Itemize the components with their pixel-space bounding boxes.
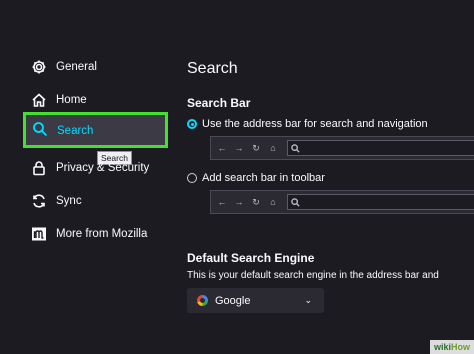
back-icon: ← (217, 143, 227, 153)
sync-icon (30, 192, 48, 210)
wikihow-watermark: wikiHow (429, 340, 474, 354)
chevron-down-icon: ⌄ (304, 295, 312, 305)
radio-label: Use the address bar for search and navig… (202, 118, 428, 130)
lock-icon (30, 159, 48, 177)
sidebar-item-label: Sync (56, 195, 82, 207)
radio-button[interactable] (187, 173, 197, 183)
sidebar-item-general[interactable]: General (30, 56, 97, 78)
search-bar-heading: Search Bar (187, 96, 251, 110)
sidebar-item-home[interactable]: Home (30, 89, 87, 111)
radio-label: Add search bar in toolbar (202, 172, 325, 184)
sidebar-item-label: Home (56, 94, 87, 106)
forward-icon: → (234, 197, 244, 207)
back-icon: ← (217, 197, 227, 207)
sidebar-item-label: Search (57, 124, 94, 137)
reload-icon: ↻ (252, 197, 260, 207)
search-engine-select[interactable]: Google ⌄ (187, 288, 324, 313)
gear-icon (30, 58, 48, 76)
select-value: Google (215, 294, 251, 307)
default-engine-description: This is your default search engine in th… (187, 270, 439, 281)
address-bar-preview: ← → ↻ ⌂ (210, 136, 474, 160)
sidebar-item-label: Privacy & Security (56, 162, 150, 174)
mozilla-icon (30, 225, 48, 243)
forward-icon: → (234, 143, 244, 153)
google-icon (197, 295, 208, 306)
home-icon: ⌂ (270, 197, 276, 207)
sidebar-item-search[interactable]: Search (23, 112, 168, 148)
home-icon: ⌂ (270, 143, 276, 153)
search-icon (32, 121, 57, 140)
search-icon (291, 197, 300, 207)
radio-button-selected[interactable] (187, 119, 197, 129)
sidebar-item-label: More from Mozilla (56, 228, 148, 240)
sidebar-item-label: General (56, 61, 97, 73)
reload-icon: ↻ (252, 143, 260, 153)
url-field-preview (287, 140, 474, 156)
default-engine-heading: Default Search Engine (187, 251, 315, 265)
toolbar-search-preview: ← → ↻ ⌂ (210, 190, 474, 214)
home-icon (30, 91, 48, 109)
page-title: Search (187, 60, 238, 77)
sidebar-item-privacy-security[interactable]: Privacy & Security (30, 157, 149, 179)
radio-address-bar[interactable]: Use the address bar for search and navig… (187, 118, 428, 130)
url-field-preview (287, 194, 474, 210)
sidebar-item-sync[interactable]: Sync (30, 190, 82, 212)
search-icon (291, 143, 300, 153)
radio-toolbar-search[interactable]: Add search bar in toolbar (187, 172, 325, 184)
sidebar-item-more-from-mozilla[interactable]: More from Mozilla (30, 223, 147, 245)
